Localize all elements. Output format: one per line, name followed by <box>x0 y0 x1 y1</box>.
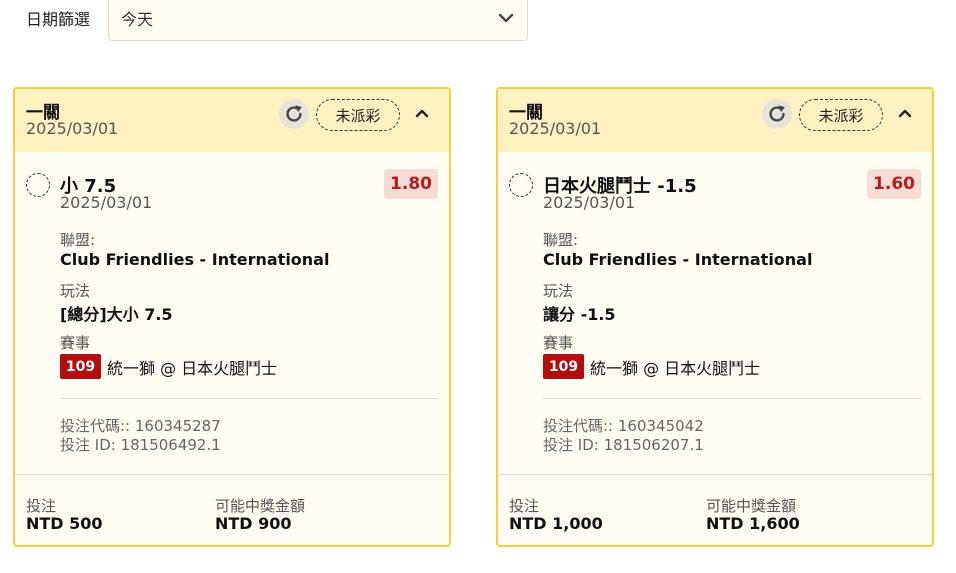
match-number-badge: 109 <box>60 354 101 379</box>
match-number-badge: 109 <box>543 354 584 379</box>
odds-badge: 1.80 <box>384 169 438 199</box>
chevron-up-icon[interactable] <box>412 103 432 123</box>
date-filter-value: 今天 <box>121 10 154 29</box>
play-value: [總分]大小 7.5 <box>60 305 173 324</box>
league-value: Club Friendlies - International <box>543 250 813 269</box>
payout-label: 可能中獎金額 <box>706 497 797 515</box>
divider <box>60 398 438 399</box>
divider <box>543 398 921 399</box>
stake-value: NTD 500 <box>26 514 103 533</box>
status-badge: 未派彩 <box>316 99 400 131</box>
chevron-up-icon[interactable] <box>895 103 915 123</box>
refresh-button[interactable] <box>762 99 792 129</box>
refresh-icon <box>286 105 302 122</box>
payout-value: NTD 900 <box>215 514 292 533</box>
bet-card: 一關 2025/03/01 未派彩 日本火腿鬥士 -1.5 2025/03/01… <box>496 87 934 547</box>
play-label: 玩法 <box>60 282 91 300</box>
selection-date: 2025/03/01 <box>543 193 636 212</box>
play-label: 玩法 <box>543 282 574 300</box>
date-filter-label: 日期篩選 <box>26 10 91 29</box>
stake-value: NTD 1,000 <box>509 514 603 533</box>
refresh-icon <box>769 105 785 122</box>
bet-date: 2025/03/01 <box>509 119 602 138</box>
league-label: 聯盟: <box>60 231 96 249</box>
match-label: 賽事 <box>543 334 574 352</box>
payout-value: NTD 1,600 <box>706 514 800 533</box>
match-name: 統一獅 @ 日本火腿鬥士 <box>590 358 761 378</box>
bet-id: 投注 ID: 181506207.1 <box>543 436 704 454</box>
date-filter-select[interactable]: 今天 <box>108 0 528 41</box>
bet-code: 投注代碼:: 160345042 <box>543 417 704 435</box>
bet-card: 一關 2025/03/01 未派彩 小 7.5 2025/03/01 1.80 … <box>13 87 451 547</box>
payout-label: 可能中獎金額 <box>215 497 306 515</box>
date-filter-row: 日期篩選 今天 <box>0 0 956 42</box>
stake-label: 投注 <box>26 497 57 515</box>
bet-id: 投注 ID: 181506492.1 <box>60 436 221 454</box>
status-badge: 未派彩 <box>799 99 883 131</box>
league-value: Club Friendlies - International <box>60 250 330 269</box>
stake-label: 投注 <box>509 497 540 515</box>
match-row: 109 統一獅 @ 日本火腿鬥士 <box>60 354 277 379</box>
play-value: 讓分 -1.5 <box>543 305 616 324</box>
refresh-button[interactable] <box>279 99 309 129</box>
selection-date: 2025/03/01 <box>60 193 153 212</box>
bet-card-header: 一關 2025/03/01 未派彩 <box>498 89 932 152</box>
selection-radio[interactable] <box>509 173 533 197</box>
bet-code: 投注代碼:: 160345287 <box>60 417 221 435</box>
divider <box>15 474 449 475</box>
odds-badge: 1.60 <box>867 169 921 199</box>
league-label: 聯盟: <box>543 231 579 249</box>
divider <box>498 474 932 475</box>
bet-card-header: 一關 2025/03/01 未派彩 <box>15 89 449 152</box>
match-label: 賽事 <box>60 334 91 352</box>
match-row: 109 統一獅 @ 日本火腿鬥士 <box>543 354 760 379</box>
chevron-down-icon <box>498 13 514 23</box>
bet-date: 2025/03/01 <box>26 119 119 138</box>
selection-radio[interactable] <box>26 173 50 197</box>
match-name: 統一獅 @ 日本火腿鬥士 <box>107 358 278 378</box>
